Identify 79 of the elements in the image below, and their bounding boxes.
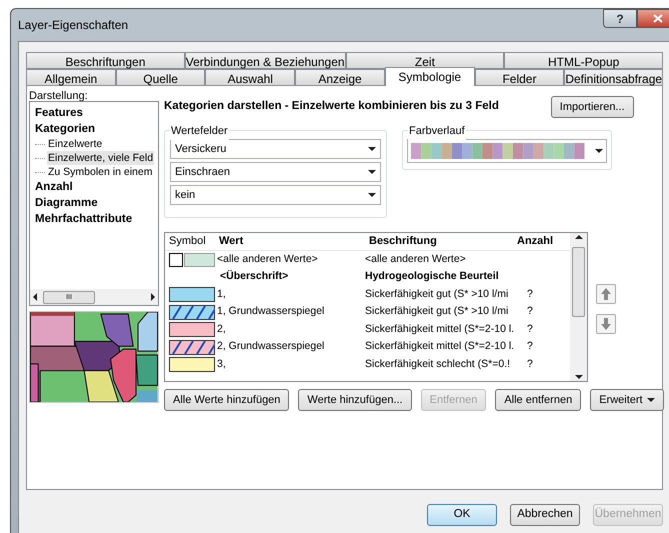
category-subitem[interactable]: Zu Symbolen in einem [47, 165, 154, 179]
column-header[interactable]: Anzahl [513, 233, 554, 250]
table-cell-text: 1, [217, 286, 227, 302]
table-cell-text: Sickerfähigkeit mittel (S*=2-10 l. [365, 322, 516, 337]
category-item[interactable]: Mehrfachattribute [35, 211, 158, 227]
display-label: Darstellung: [29, 89, 89, 101]
import-button[interactable]: Importieren... [550, 96, 634, 118]
column-header[interactable]: Symbol [165, 233, 215, 250]
category-subitem[interactable]: Einzelwerte [47, 137, 104, 151]
dropdown[interactable]: kein [170, 185, 381, 205]
table-action-button[interactable]: Werte hinzufügen... [298, 389, 412, 411]
table-cell-text: ? [527, 286, 533, 302]
dropdown-arrow-icon [368, 193, 376, 197]
dropdown-arrow-icon [646, 398, 655, 402]
vertical-scrollbar[interactable] [570, 233, 587, 381]
tab[interactable]: Auswahl [205, 69, 296, 86]
move-up-button[interactable] [596, 284, 616, 304]
scroll-right-icon [151, 293, 155, 301]
tab[interactable]: Anzeige [295, 69, 385, 86]
scroll-thumb[interactable] [572, 247, 585, 317]
table-cell-text: <Überschrift> [219, 269, 290, 284]
table-cell-text: Hydrogeologische Beurteil [365, 269, 500, 284]
table-cell-text: 2, Grundwasserspiegel [217, 339, 326, 354]
column-header[interactable]: Beschriftung [365, 233, 513, 250]
table-cell-text: Sickerfähigkeit gut (S* >10 l/mi [365, 286, 510, 302]
table-cell-text: Sickerfähigkeit gut (S* >10 l/mi [365, 304, 510, 320]
category-item[interactable]: Diagramme [35, 195, 158, 211]
tab[interactable]: HTML-Popup [504, 52, 664, 69]
tab[interactable]: Zeit [346, 52, 504, 69]
scroll-up-icon [574, 235, 582, 239]
category-item[interactable]: Features [35, 105, 158, 121]
tab[interactable]: Beschriftungen [26, 52, 185, 69]
tab[interactable]: Felder [474, 69, 564, 86]
renderer-heading: Kategorien darstellen - Einzelwerte kombinieren bis zu 3 Feld [164, 99, 499, 114]
dropdown-arrow-icon [368, 170, 376, 174]
table-cell-text: <alle anderen Werte> [217, 252, 319, 267]
color-ramp-dropdown[interactable] [407, 139, 607, 163]
scroll-down-icon [574, 375, 582, 379]
column-header[interactable]: Wert [215, 233, 365, 250]
close-button[interactable] [637, 9, 669, 28]
dropdown-arrow-icon [595, 149, 603, 153]
dropdown[interactable]: Einschraen [170, 162, 381, 182]
tab[interactable]: Definitionsabfrage [564, 69, 664, 86]
down-arrow-icon [601, 318, 611, 330]
move-down-button[interactable] [596, 314, 616, 334]
table-cell-text: ? [527, 304, 533, 320]
table-cell-text: ? [527, 339, 533, 354]
close-icon [653, 14, 663, 23]
window-title: Layer-Eigenschaften [18, 17, 128, 34]
table-action-button[interactable]: Alle Werte hinzufügen [164, 389, 290, 411]
up-arrow-icon [601, 288, 611, 300]
group-label: Farbverlauf [408, 123, 466, 140]
table-action-button[interactable]: Erweitert [590, 389, 664, 411]
category-item[interactable]: Anzahl [35, 179, 158, 195]
table-cell-text: <alle anderen Werte> [365, 252, 467, 267]
table-action-button[interactable]: Alle entfernen [495, 389, 582, 411]
dialog-button[interactable]: Abbrechen [510, 504, 580, 526]
tab[interactable]: Verbindungen & Beziehungen [184, 52, 346, 69]
dropdown-arrow-icon [368, 147, 376, 151]
tab[interactable]: Allgemein [26, 69, 116, 86]
color-ramp-icon [411, 143, 585, 159]
table-cell-text: ? [527, 322, 533, 337]
table-cell-text: 2, [217, 322, 227, 337]
table-cell-text: 1, Grundwasserspiegel [217, 304, 326, 320]
group-label: Wertefelder [170, 123, 229, 140]
table-cell-text: 3, [217, 356, 227, 372]
dropdown[interactable]: Versickeru [170, 139, 381, 159]
tab[interactable]: Quelle [116, 69, 206, 86]
symbol-swatch [169, 252, 183, 267]
symbol-swatch [184, 252, 215, 267]
table-cell-text: Sickerfähigkeit mittel (S*=2-10 l. [365, 339, 516, 354]
category-item[interactable]: Kategorien [35, 121, 158, 137]
table-cell-text: ? [527, 356, 533, 372]
help-button[interactable]: ? [603, 9, 637, 28]
tab[interactable]: Symbologie [384, 67, 475, 86]
category-subitem[interactable]: Einzelwerte, viele Feld [47, 151, 154, 165]
scroll-left-icon [33, 293, 37, 301]
dialog-button[interactable]: OK [427, 504, 497, 526]
table-cell-text: Sickerfähigkeit schlecht (S*=0.! [365, 356, 512, 372]
